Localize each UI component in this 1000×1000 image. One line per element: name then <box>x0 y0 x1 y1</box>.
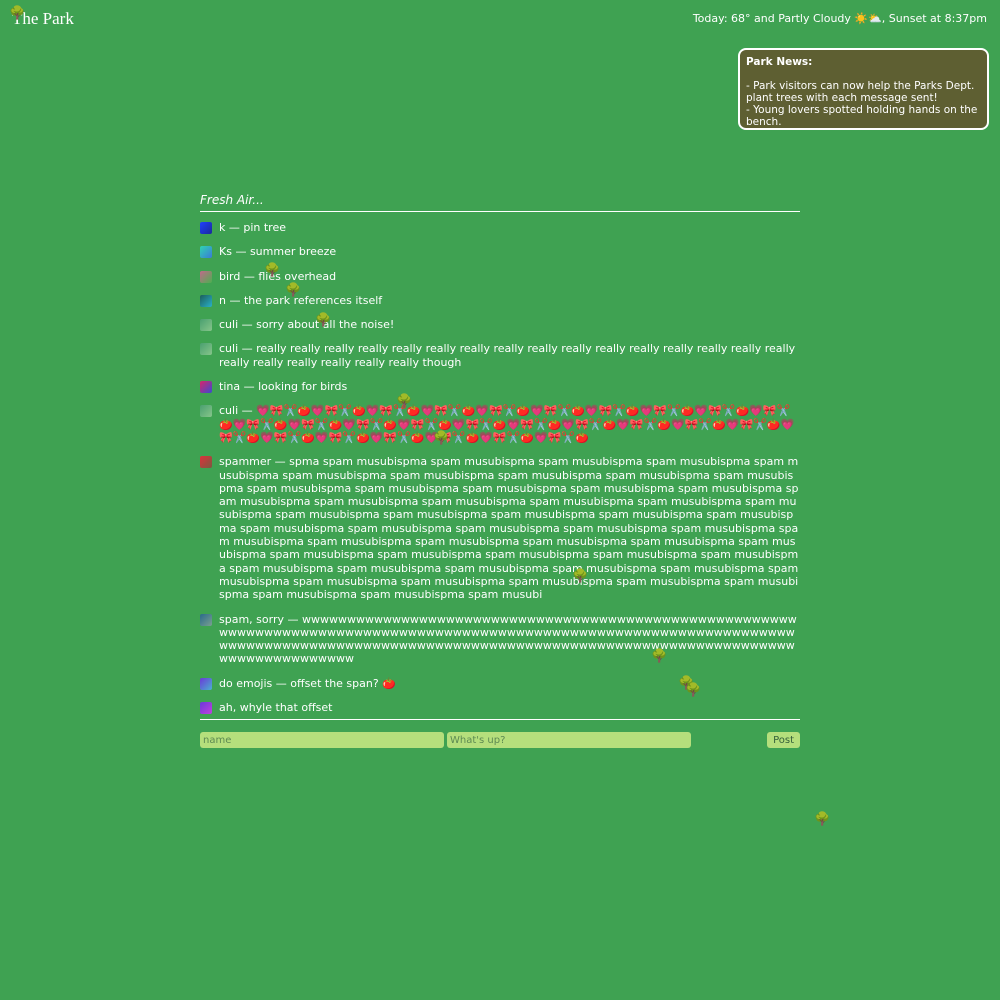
avatar <box>200 613 212 626</box>
avatar <box>200 270 212 283</box>
message-text: culi — really really really really reall… <box>219 342 796 369</box>
avatar <box>200 246 212 259</box>
avatar <box>200 677 212 690</box>
message-composer: Post <box>200 732 800 748</box>
park-news-item: - Park visitors can now help the Parks D… <box>746 80 975 104</box>
message-text: ah, whyle that offset <box>219 701 333 715</box>
message-text: tina — looking for birds <box>219 380 348 394</box>
tree-icon: 🌳 <box>685 683 702 698</box>
park-news-panel: Park News: - Park visitors can now help … <box>738 48 989 130</box>
message-text: spammer — spma spam musubispma spam musu… <box>219 455 799 602</box>
tree-icon: 🌳 <box>814 812 831 827</box>
message-input[interactable] <box>447 732 691 748</box>
message-item: tina — looking for birds <box>200 380 800 394</box>
weather-status: Today: 68° and Partly Cloudy ☀️⛅, Sunset… <box>692 12 987 25</box>
message-text: culi — 💗🎀✂️🍅💗🎀✂️🍅💗🎀✂️🍅💗🎀✂️🍅💗🎀✂️🍅💗🎀✂️🍅💗🎀✂… <box>219 404 795 444</box>
avatar <box>200 702 212 715</box>
message-item: ah, whyle that offset <box>200 701 800 715</box>
post-button[interactable]: Post <box>767 732 800 748</box>
feed-header: Fresh Air... <box>200 193 800 212</box>
tree-icon: 🌳 <box>315 313 332 328</box>
name-input[interactable] <box>200 732 444 748</box>
tree-icon: 🌳 <box>264 263 281 278</box>
message-item: culi — 💗🎀✂️🍅💗🎀✂️🍅💗🎀✂️🍅💗🎀✂️🍅💗🎀✂️🍅💗🎀✂️🍅💗🎀✂… <box>200 404 800 444</box>
message-item: culi — sorry about all the noise! <box>200 318 800 332</box>
message-item: do emojis — offset the span? 🍅 <box>200 677 800 690</box>
tree-icon: 🌳 <box>9 6 26 21</box>
park-news-title: Park News: <box>746 56 813 68</box>
avatar <box>200 405 212 418</box>
message-text: spam, sorry — wwwwwwwwwwwwwwwwwwwwwwwwww… <box>219 612 797 666</box>
message-item: spam, sorry — wwwwwwwwwwwwwwwwwwwwwwwwww… <box>200 613 800 666</box>
avatar <box>200 319 212 332</box>
tree-icon: 🌳 <box>396 394 413 409</box>
tree-icon: 🌳 <box>433 431 450 446</box>
message-text: do emojis — offset the span? 🍅 <box>219 676 396 690</box>
message-item: k — pin tree <box>200 221 800 234</box>
avatar <box>200 381 212 394</box>
avatar <box>200 343 212 356</box>
message-item: bird — flies overhead <box>200 270 800 283</box>
park-news-item: - Young lovers spotted holding hands on … <box>746 104 978 128</box>
tree-icon: 🌳 <box>285 283 302 298</box>
avatar <box>200 294 212 307</box>
message-feed: Fresh Air... k — pin tree Ks — summer bre… <box>200 193 800 748</box>
message-item: spammer — spma spam musubispma spam musu… <box>200 455 800 601</box>
message-text: k — pin tree <box>219 221 286 234</box>
message-item: culi — really really really really reall… <box>200 342 800 369</box>
avatar <box>200 456 212 469</box>
avatar <box>200 222 212 234</box>
message-text: Ks — summer breeze <box>219 245 337 259</box>
tree-icon: 🌳 <box>651 649 668 664</box>
tree-icon: 🌳 <box>572 569 589 584</box>
message-item: Ks — summer breeze <box>200 245 800 259</box>
message-text: culi — sorry about all the noise! <box>219 318 395 332</box>
